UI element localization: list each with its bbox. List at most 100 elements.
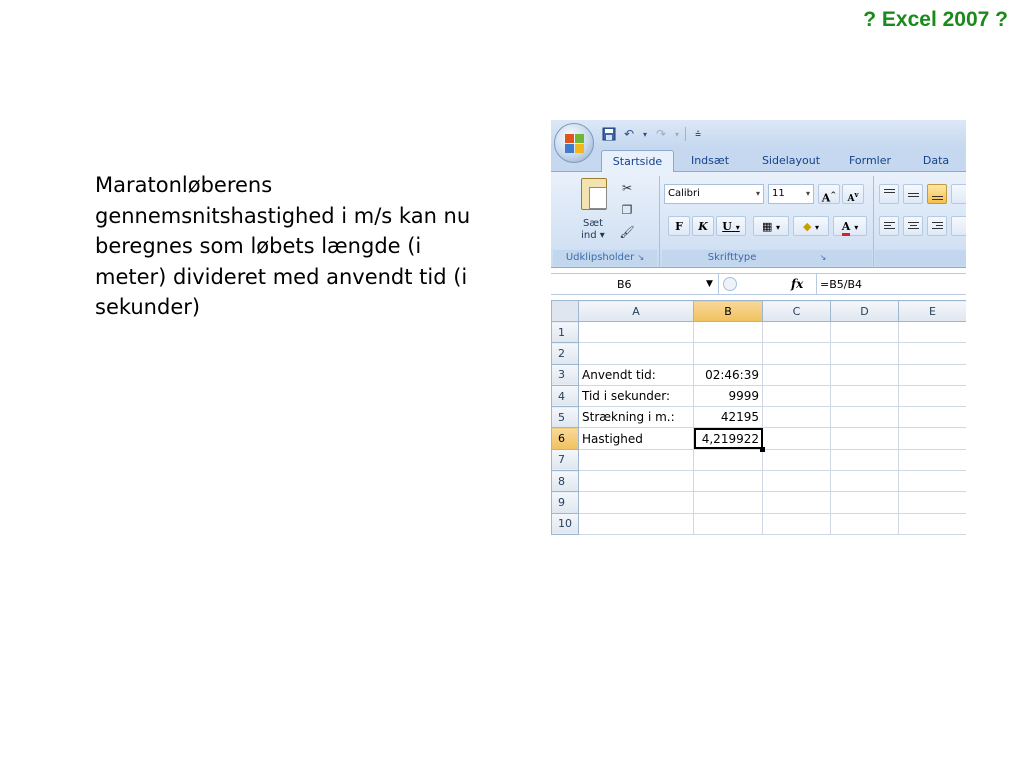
align-right-button[interactable] — [927, 216, 947, 236]
font-size-select[interactable]: 11 ▾ — [768, 184, 814, 204]
cut-icon[interactable]: ✂ — [619, 180, 635, 196]
cell[interactable] — [898, 427, 966, 450]
cell[interactable] — [693, 491, 763, 514]
align-middle-button[interactable] — [903, 184, 923, 204]
italic-button[interactable]: K — [692, 216, 714, 236]
align-left-button[interactable] — [879, 216, 899, 236]
chevron-down-icon[interactable]: ▼ — [706, 274, 713, 295]
cell[interactable] — [693, 448, 763, 472]
align-top-button[interactable] — [879, 184, 899, 204]
undo-dropdown-icon[interactable]: ▾ — [641, 126, 649, 142]
cell[interactable] — [830, 470, 899, 493]
active-cell[interactable]: 4,219922 — [693, 427, 766, 453]
office-button[interactable] — [554, 123, 594, 163]
cell[interactable] — [762, 320, 831, 344]
cell[interactable]: Tid i sekunder: — [578, 384, 694, 408]
cell[interactable] — [693, 470, 763, 493]
cell[interactable] — [898, 512, 966, 535]
cell[interactable] — [762, 512, 831, 535]
formula-input[interactable]: =B5/B4 — [816, 274, 966, 295]
column-header-b[interactable]: B — [693, 300, 763, 322]
cell[interactable] — [898, 363, 966, 386]
borders-button[interactable]: ▦ ▾ — [753, 216, 789, 236]
name-box[interactable]: B6 — [551, 274, 719, 295]
cell[interactable] — [830, 406, 899, 429]
bold-button[interactable]: F — [668, 216, 690, 236]
cell[interactable]: 02:46:39 — [693, 363, 763, 386]
row-header[interactable]: 5 — [551, 406, 579, 429]
align-center-button[interactable] — [903, 216, 923, 236]
redo-icon[interactable]: ↷ — [653, 126, 669, 142]
redo-dropdown-icon[interactable]: ▾ — [673, 126, 681, 142]
dialog-launcher-icon[interactable]: ↘ — [637, 253, 644, 262]
paste-button-label[interactable]: Sæt ind ▾ — [575, 218, 611, 242]
insert-function-icon[interactable]: fx — [791, 274, 803, 295]
cell[interactable] — [898, 342, 966, 365]
cell[interactable] — [898, 406, 966, 429]
row-header[interactable]: 7 — [551, 448, 579, 472]
grow-font-button[interactable]: A^ — [818, 184, 840, 205]
select-all-corner[interactable] — [551, 300, 579, 322]
cell[interactable] — [830, 512, 899, 535]
dialog-launcher-icon[interactable]: ↘ — [820, 253, 827, 262]
cell[interactable] — [898, 384, 966, 408]
cell[interactable] — [898, 491, 966, 514]
cell[interactable] — [762, 406, 831, 429]
cell[interactable] — [830, 448, 899, 472]
copy-icon[interactable]: ❐ — [619, 202, 635, 218]
save-icon[interactable] — [601, 126, 617, 142]
cell[interactable] — [830, 342, 899, 365]
cell[interactable] — [830, 427, 899, 450]
cell[interactable]: Strækning i m.: — [578, 406, 694, 429]
format-painter-icon[interactable]: 🖌 — [619, 224, 635, 240]
tab-formler[interactable]: Formler — [841, 150, 899, 172]
column-header-d[interactable]: D — [830, 300, 899, 322]
tab-startside[interactable]: Startside — [601, 150, 674, 173]
row-header[interactable]: 8 — [551, 470, 579, 493]
formula-bar-handle-icon[interactable] — [723, 277, 737, 291]
tab-sidelayout[interactable]: Sidelayout — [751, 150, 831, 172]
font-name-select[interactable]: Calibri ▾ — [664, 184, 764, 204]
row-header[interactable]: 1 — [551, 320, 579, 344]
tab-indsaet[interactable]: Indsæt — [681, 150, 739, 172]
underline-button[interactable]: U ▾ — [716, 216, 746, 236]
cell[interactable] — [693, 512, 763, 535]
column-header-a[interactable]: A — [578, 300, 694, 322]
cell[interactable] — [898, 320, 966, 344]
shrink-font-button[interactable]: Av — [842, 184, 864, 204]
cell[interactable] — [762, 384, 831, 408]
cell[interactable] — [762, 427, 831, 450]
row-header[interactable]: 3 — [551, 363, 579, 386]
cell[interactable] — [830, 491, 899, 514]
cell[interactable] — [578, 491, 694, 514]
cell[interactable] — [578, 320, 694, 344]
row-header[interactable]: 4 — [551, 384, 579, 408]
orientation-button[interactable] — [951, 184, 966, 204]
column-header-c[interactable]: C — [762, 300, 831, 322]
paste-icon[interactable] — [581, 178, 607, 210]
row-header[interactable]: 2 — [551, 342, 579, 365]
cell[interactable]: 9999 — [693, 384, 763, 408]
cell[interactable] — [830, 363, 899, 386]
cell[interactable] — [578, 470, 694, 493]
cell[interactable] — [898, 470, 966, 493]
cell[interactable] — [830, 320, 899, 344]
fill-color-button[interactable]: ◆ ▾ — [793, 216, 829, 236]
cell[interactable]: Anvendt tid: — [578, 363, 694, 386]
align-bottom-button[interactable] — [927, 184, 947, 204]
undo-icon[interactable]: ↶ — [621, 126, 637, 142]
tab-data[interactable]: Data — [911, 150, 961, 172]
cell[interactable]: 42195 — [693, 406, 763, 429]
cell[interactable] — [693, 342, 763, 365]
cell[interactable] — [693, 320, 763, 344]
customize-qat-icon[interactable]: ⩮ — [690, 126, 706, 142]
cell[interactable] — [762, 342, 831, 365]
cell[interactable] — [762, 363, 831, 386]
cell[interactable]: Hastighed — [578, 427, 694, 450]
cell[interactable] — [578, 512, 694, 535]
cell[interactable] — [762, 491, 831, 514]
cell[interactable] — [898, 448, 966, 472]
cell[interactable] — [762, 470, 831, 493]
row-header[interactable]: 6 — [551, 427, 579, 450]
row-header[interactable]: 10 — [551, 512, 579, 535]
